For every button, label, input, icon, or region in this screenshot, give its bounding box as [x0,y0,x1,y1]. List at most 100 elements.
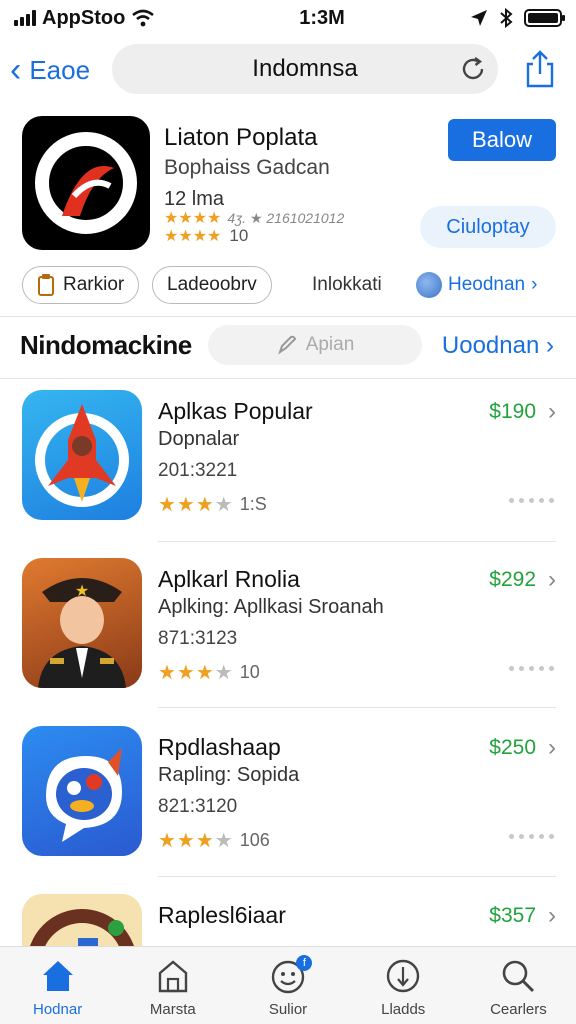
back-label: Eaoe [29,54,91,85]
tab-label: Lladds [381,1001,426,1018]
divider [158,707,556,708]
app-icon [22,726,142,856]
featured-rating-text-2: 10 [229,226,249,245]
chip-link-label: Heodnan [448,274,526,295]
chip-inlokkati[interactable]: Inlokkati [312,266,382,304]
section-see-all-link[interactable]: Uoodnan › [442,332,554,360]
app-icon [22,894,142,946]
rating-count: 106 [239,830,270,850]
section-title: Nindomackine [20,330,192,360]
divider [0,316,576,317]
rating-count: 10 [239,662,260,682]
share-icon[interactable] [524,50,556,88]
tab-market[interactable]: Marsta [115,947,230,1024]
tab-label: Marsta [149,1001,196,1018]
app-rating: ★★★★ 106 [158,828,270,853]
list-item[interactable]: ★ Aplkarl Rnolia Aplking: Apllkasi Sroan… [0,558,576,724]
chevron-right-icon: › [548,398,556,425]
tab-label: Hodnar [33,1001,83,1018]
app-subtitle: Aplking: Apllkasi Sroanah [158,596,384,618]
chip-rarkior[interactable]: Rarkior [22,266,140,304]
wifi-icon [132,9,155,27]
star-rating-icon: ★★★★ [158,494,234,516]
list-item[interactable]: Raplesl6iaar $357 › [0,894,576,946]
app-rating: ★★★★ 10 [158,660,260,685]
chevron-right-icon: › [548,902,556,929]
download-icon [387,959,420,993]
rocket-icon [35,404,129,507]
list-item[interactable]: Rpdlashaap Rapling: Sopida 821:3120 ★★★★… [0,726,576,892]
app-icon [22,390,142,520]
chevron-right-icon: › [546,332,554,359]
tab-search[interactable]: Cearlers [461,947,576,1024]
chip-label: Rarkior [63,274,125,295]
chevron-right-icon: › [548,734,556,761]
app-logo-icon [35,132,137,234]
featured-title: Liaton Poplata [164,124,318,151]
nav-bar: ‹ Eaoe Indomnsa [0,40,576,100]
tab-label: Cearlers [490,1001,547,1018]
chip-label: Ladeoobrv [167,274,257,295]
tab-social[interactable]: f Sulior [230,947,345,1024]
price-button[interactable]: $190 [489,400,536,424]
tab-label: Sulior [268,1001,308,1018]
location-arrow-icon [471,10,487,26]
pencil-icon [277,335,296,355]
featured-subtitle: Bophaiss Gadcan [164,156,330,179]
divider [158,876,556,877]
app-subtitle: Dopnalar [158,428,240,450]
get-button[interactable]: Balow [448,119,556,161]
store-icon [158,960,187,993]
chip-heodnan[interactable]: Heodnan › [416,266,537,304]
tab-home[interactable]: Hodnar [0,947,115,1024]
price-button[interactable]: $250 [489,736,536,760]
search-icon [503,960,535,993]
secondary-button[interactable]: Ciuloptay [420,206,556,248]
featured-app-icon[interactable] [22,116,150,250]
chip-ladeoobrv[interactable]: Ladeoobrv [152,266,272,304]
app-name: Raplesl6iaar [158,902,286,928]
chevron-right-icon: › [531,274,538,295]
tab-downloads[interactable]: Lladds [346,947,461,1024]
tab-bar: Hodnar Marsta f Sulior Lladds Cearlers [0,946,576,1024]
status-right [470,8,565,28]
address-bar[interactable]: Indomnsa [112,44,498,94]
app-date: 821:3120 [158,796,238,817]
app-subtitle: Rapling: Sopida [158,764,300,786]
star-rating-icon: ★★★★ [158,830,234,852]
app-name: Rpdlashaap [158,734,281,760]
chat-bird-icon [46,748,122,842]
bluetooth-icon [500,8,513,28]
globe-icon [416,272,442,298]
section-header: Nindomackine Apian Uoodnan › [0,322,576,372]
featured-app: Liaton Poplata Bophaiss Gadcan 12 lma ★★… [0,114,576,324]
more-dots-icon[interactable] [509,498,554,503]
status-left: AppStoo [14,7,204,30]
app-name: Aplkas Popular [158,398,313,424]
featured-rating-row-1: ★★★★ 4ʒ. ★ 2161021012 [164,208,344,228]
signal-icon [14,10,36,26]
app-date: 871:3123 [158,628,238,649]
list-item[interactable]: Aplkas Popular Dopnalar 201:3221 ★★★★ 1:… [0,390,576,556]
chevron-left-icon: ‹ [10,51,22,89]
price-button[interactable]: $357 [489,904,536,928]
more-dots-icon[interactable] [509,834,554,839]
app-icon: ★ [22,558,142,688]
app-date: 201:3221 [158,460,238,481]
reload-icon[interactable] [458,54,488,84]
address-text: Indomnsa [252,55,358,82]
section-search-placeholder: Apian [305,334,355,355]
featured-rating-row-2: ★★★★ 10 [164,226,248,246]
section-search-input[interactable]: Apian [208,325,422,365]
chevron-right-icon: › [548,566,556,593]
app-rating: ★★★★ 1:S [158,492,267,517]
status-bar: AppStoo 1:3M [0,0,576,36]
star-rating-icon: ★★★★ [158,662,234,684]
star-rating-icon: ★★★★ [164,228,222,245]
more-dots-icon[interactable] [509,666,554,671]
back-button[interactable]: ‹ Eaoe [10,53,110,87]
carrier-label: AppStoo [42,6,126,29]
section-link-label: Uoodnan [441,332,540,359]
price-button[interactable]: $292 [489,568,536,592]
divider [0,378,576,379]
